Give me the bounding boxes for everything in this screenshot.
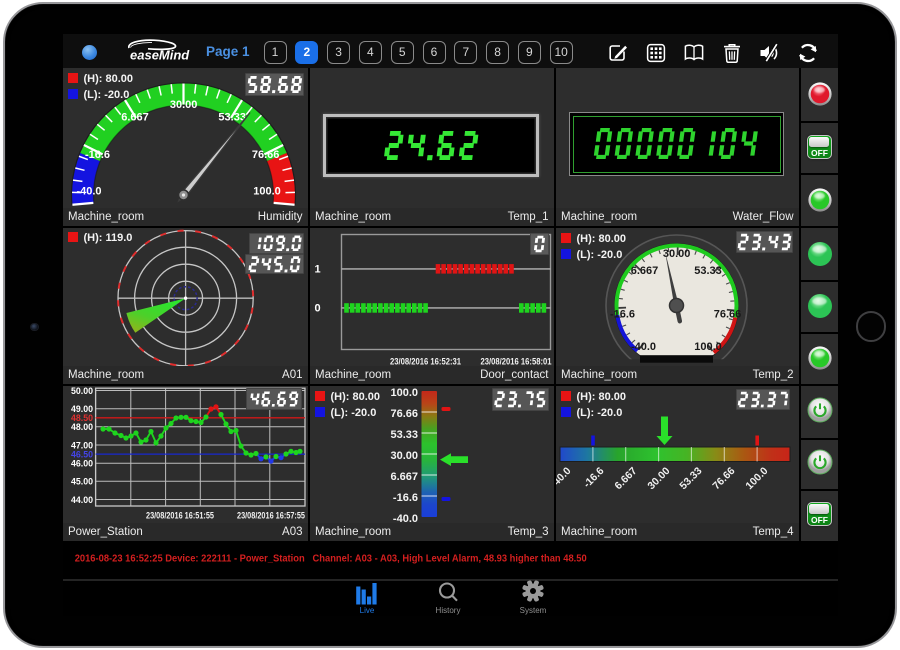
svg-text:-16.6: -16.6 bbox=[85, 149, 110, 161]
svg-text:6.667: 6.667 bbox=[631, 265, 659, 277]
svg-text:-40.0: -40.0 bbox=[76, 186, 101, 198]
svg-text:30.00: 30.00 bbox=[170, 99, 198, 111]
svg-text:45.00: 45.00 bbox=[71, 477, 93, 487]
svg-text:23/08/2016 16:57:55: 23/08/2016 16:57:55 bbox=[237, 511, 305, 522]
svg-text:30.00: 30.00 bbox=[390, 450, 418, 462]
svg-text:-40.0: -40.0 bbox=[631, 341, 656, 353]
svg-text:100.0: 100.0 bbox=[253, 186, 281, 198]
svg-text:76.66: 76.66 bbox=[714, 308, 742, 320]
svg-text:23/08/2016 16:58:01: 23/08/2016 16:58:01 bbox=[481, 356, 553, 366]
svg-text:2016-08-23 16:52:25 Device: 22: 2016-08-23 16:52:25 Device: 222111 - Pow… bbox=[75, 554, 587, 565]
svg-text:48.00: 48.00 bbox=[71, 422, 93, 432]
svg-text:53.33: 53.33 bbox=[694, 265, 722, 277]
svg-text:23/08/2016 16:52:31: 23/08/2016 16:52:31 bbox=[390, 356, 462, 366]
svg-text:1: 1 bbox=[314, 263, 320, 275]
svg-text:23/08/2016 16:51:55: 23/08/2016 16:51:55 bbox=[146, 511, 214, 522]
svg-text:76.66: 76.66 bbox=[252, 149, 280, 161]
svg-text:easeMind: easeMind bbox=[130, 48, 190, 63]
svg-text:30.00: 30.00 bbox=[663, 248, 691, 260]
svg-text:-16.6: -16.6 bbox=[610, 308, 635, 320]
svg-text:0: 0 bbox=[314, 302, 320, 314]
svg-text:100.0: 100.0 bbox=[694, 341, 722, 353]
svg-text:44.00: 44.00 bbox=[71, 495, 93, 505]
svg-text:53.33: 53.33 bbox=[390, 429, 418, 441]
svg-text:46.00: 46.00 bbox=[71, 459, 93, 469]
svg-text:-16.6: -16.6 bbox=[393, 492, 418, 504]
svg-text:50.00: 50.00 bbox=[71, 386, 93, 396]
svg-text:100.0: 100.0 bbox=[390, 387, 418, 399]
svg-text:6.667: 6.667 bbox=[121, 111, 149, 123]
svg-text:76.66: 76.66 bbox=[390, 408, 418, 420]
svg-text:6.667: 6.667 bbox=[390, 471, 418, 483]
